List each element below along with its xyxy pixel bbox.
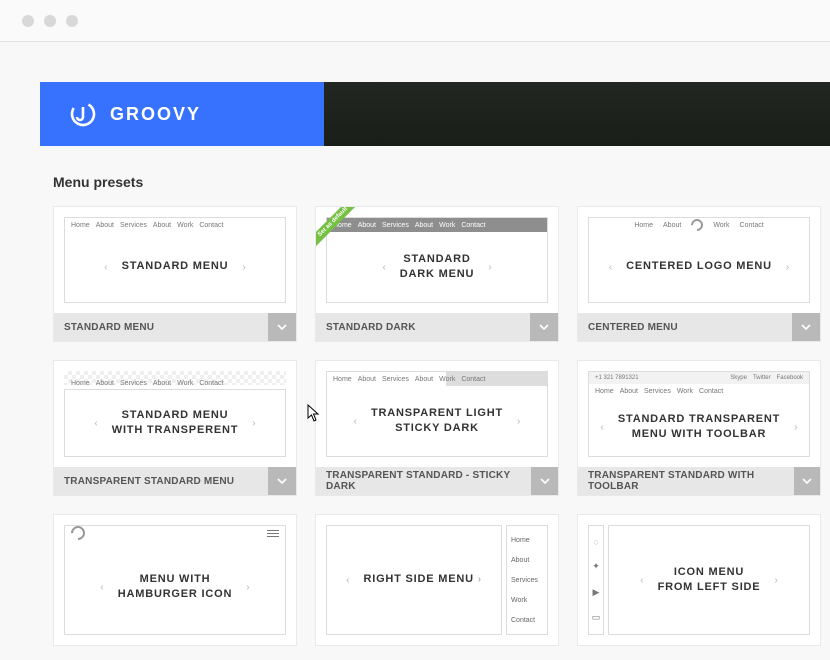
logo-icon bbox=[689, 217, 706, 234]
chevron-left-icon: ‹ bbox=[354, 416, 357, 427]
preset-card-transparent-toolbar[interactable]: +1 321 7891321 Skype Twitter Facebook Ho… bbox=[577, 360, 821, 496]
chevron-right-icon: › bbox=[478, 574, 482, 585]
preview-nav: Home About Services About Work Contact bbox=[65, 218, 285, 232]
chevron-left-icon: ‹ bbox=[609, 262, 612, 273]
chevron-left-icon: ‹ bbox=[100, 582, 103, 593]
chevron-left-icon: ‹ bbox=[104, 262, 107, 273]
brand-left: GROOVY bbox=[40, 82, 324, 146]
preset-card-icon-left[interactable]: ◌ ✦ ▶ ▭ ‹ ICON MENUFROM LEFT SIDE › bbox=[577, 514, 821, 646]
chevron-right-icon: › bbox=[517, 416, 520, 427]
preview-nav: Home About Services Work Contact bbox=[589, 384, 809, 398]
page: GROOVY Menu presets Home About Services … bbox=[0, 82, 830, 646]
traffic-light-green[interactable] bbox=[66, 15, 78, 27]
preset-options-button[interactable] bbox=[531, 467, 558, 495]
chevron-right-icon: › bbox=[246, 582, 249, 593]
preview-toolbar: +1 321 7891321 Skype Twitter Facebook bbox=[589, 372, 809, 384]
brand-right-image bbox=[324, 82, 830, 146]
window-titlebar bbox=[0, 0, 830, 42]
preset-card-standard-dark[interactable]: Set as default Home About Services About… bbox=[315, 206, 559, 342]
preview-nav: Home About Services About Work Contact bbox=[65, 376, 285, 390]
preset-caption: STANDARD MENU bbox=[54, 322, 154, 333]
preset-caption-bar: STANDARD MENU bbox=[54, 313, 296, 341]
preview-nav: Home About Work Contact bbox=[589, 218, 809, 232]
preset-card-hamburger[interactable]: ‹ MENU WITHHAMBURGER ICON › bbox=[53, 514, 297, 646]
preset-options-button[interactable] bbox=[794, 467, 820, 495]
preview-icon-rail: ◌ ✦ ▶ ▭ bbox=[588, 525, 604, 635]
brand-hero: GROOVY bbox=[40, 82, 830, 146]
preview-nav: Home About Services About Work Contact bbox=[327, 218, 547, 232]
preset-options-button[interactable] bbox=[530, 313, 558, 341]
preset-card-transparent-standard[interactable]: Home About Services About Work Contact ‹… bbox=[53, 360, 297, 496]
drop-icon: ◌ bbox=[593, 537, 598, 547]
brand-name: GROOVY bbox=[110, 104, 201, 125]
chevron-left-icon: ‹ bbox=[94, 418, 97, 429]
chevron-right-icon: › bbox=[794, 422, 797, 433]
chevron-right-icon: › bbox=[252, 418, 255, 429]
compass-icon: ✦ bbox=[592, 561, 600, 572]
preset-caption: STANDARD DARK bbox=[316, 322, 416, 333]
chevron-left-icon: ‹ bbox=[382, 262, 385, 273]
traffic-light-red[interactable] bbox=[22, 15, 34, 27]
chevron-left-icon: ‹ bbox=[346, 575, 349, 586]
preset-card-transparent-sticky-dark[interactable]: Home About Services About Work Contact ‹… bbox=[315, 360, 559, 496]
hamburger-icon bbox=[267, 530, 279, 537]
preset-caption: CENTERED MENU bbox=[578, 322, 678, 333]
preset-options-button[interactable] bbox=[268, 467, 296, 495]
default-ribbon: Set as default bbox=[316, 207, 360, 251]
preset-caption: TRANSPARENT STANDARD - STICKY DARK bbox=[316, 470, 531, 492]
preset-card-standard-menu[interactable]: Home About Services About Work Contact ‹… bbox=[53, 206, 297, 342]
preset-options-button[interactable] bbox=[268, 313, 296, 341]
chevron-right-icon: › bbox=[488, 262, 491, 273]
chevron-left-icon: ‹ bbox=[601, 422, 604, 433]
chevron-right-icon: › bbox=[242, 262, 245, 273]
presets-grid: Home About Services About Work Contact ‹… bbox=[53, 206, 830, 646]
preset-caption: TRANSPARENT STANDARD WITH TOOLBAR bbox=[578, 470, 794, 492]
traffic-light-yellow[interactable] bbox=[44, 15, 56, 27]
play-icon: ▶ bbox=[593, 587, 600, 598]
preset-options-button[interactable] bbox=[792, 313, 820, 341]
preview-nav bbox=[65, 526, 285, 540]
groovy-logo-icon bbox=[68, 99, 98, 129]
preview-side-nav: Home About Services Work Contact bbox=[506, 525, 548, 635]
preset-card-centered-logo[interactable]: Home About Work Contact ‹ CENTERED LOGO … bbox=[577, 206, 821, 342]
preset-caption: TRANSPARENT STANDARD MENU bbox=[54, 476, 234, 487]
preset-card-right-side[interactable]: ‹ RIGHT SIDE MENU › Home About Services … bbox=[315, 514, 559, 646]
preview-nav: Home About Services About Work Contact bbox=[327, 372, 547, 386]
chevron-left-icon: ‹ bbox=[640, 575, 643, 586]
chevron-right-icon: › bbox=[774, 575, 777, 586]
card-icon: ▭ bbox=[592, 612, 601, 623]
section-title: Menu presets bbox=[53, 174, 830, 190]
preset-preview: Home About Services About Work Contact ‹… bbox=[54, 207, 296, 313]
chevron-right-icon: › bbox=[786, 262, 789, 273]
